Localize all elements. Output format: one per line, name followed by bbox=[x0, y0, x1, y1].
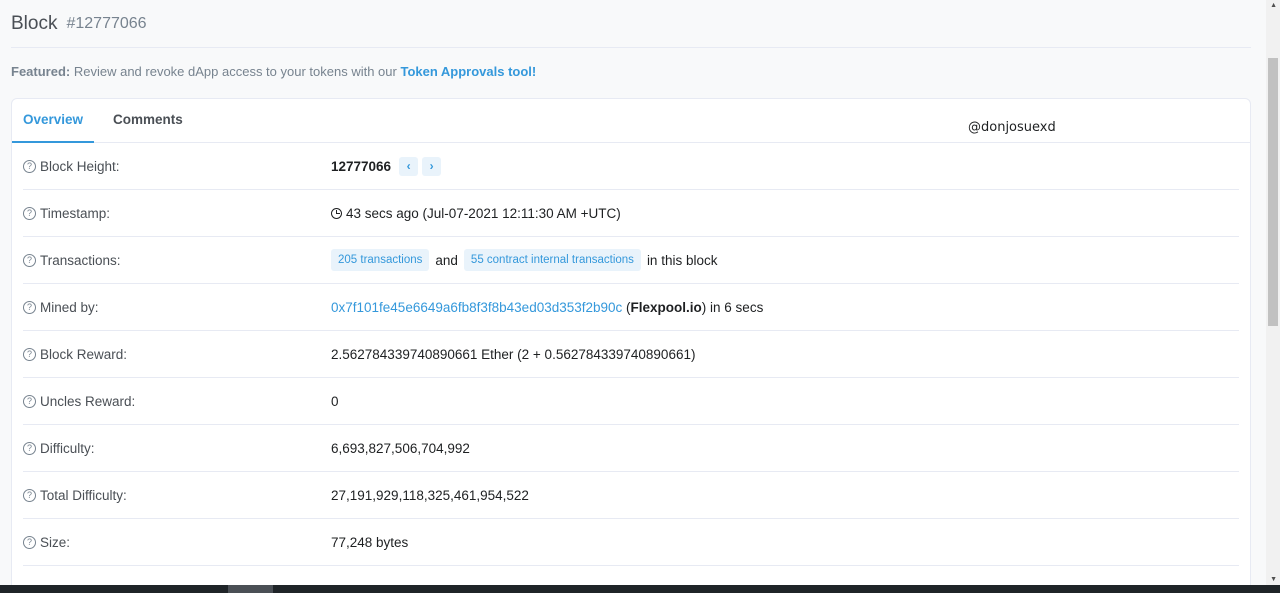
question-icon[interactable]: ? bbox=[23, 535, 36, 549]
page-header: Block #12777066 bbox=[11, 0, 1251, 48]
question-icon[interactable]: ? bbox=[23, 253, 36, 267]
featured-banner: Featured: Review and revoke dApp access … bbox=[11, 64, 536, 79]
miner-pool-name: Flexpool.io bbox=[630, 299, 702, 315]
uncles-reward-value: 0 bbox=[331, 393, 339, 409]
row-label: Block Reward: bbox=[40, 346, 128, 362]
total-difficulty-value: 27,191,929,118,325,461,954,522 bbox=[331, 487, 529, 503]
and-text: and bbox=[435, 252, 458, 268]
row-label: Block Height: bbox=[40, 158, 120, 174]
question-icon[interactable]: ? bbox=[23, 206, 36, 220]
row-size: ? Size: 77,248 bytes bbox=[23, 519, 1239, 566]
tab-bar: Overview Comments @donjosuexd bbox=[12, 99, 1250, 143]
scroll-down-icon[interactable]: ▼ bbox=[1270, 576, 1277, 583]
question-icon[interactable]: ? bbox=[23, 394, 36, 408]
row-transactions: ? Transactions: 205 transactions and 55 c… bbox=[23, 237, 1239, 284]
row-label: Size: bbox=[40, 534, 71, 550]
scroll-up-icon[interactable]: ▲ bbox=[1270, 2, 1277, 9]
row-difficulty: ? Difficulty: 6,693,827,506,704,992 bbox=[23, 425, 1239, 472]
page-title: Block bbox=[11, 12, 58, 34]
block-height-value: 12777066 bbox=[331, 158, 392, 174]
block-number: #12777066 bbox=[66, 14, 147, 32]
row-block-height: ? Block Height: 12777066 ‹ › bbox=[23, 143, 1239, 190]
block-reward-value: 2.562784339740890661 Ether (2 + 0.562784… bbox=[331, 346, 696, 362]
difficulty-value: 6,693,827,506,704,992 bbox=[331, 440, 470, 456]
row-label: Timestamp: bbox=[40, 205, 111, 221]
featured-prefix: Featured: bbox=[11, 64, 71, 79]
chevron-left-icon: ‹ bbox=[406, 159, 411, 173]
row-block-reward: ? Block Reward: 2.562784339740890661 Ethe… bbox=[23, 331, 1239, 378]
row-timestamp: ? Timestamp: 43 secs ago (Jul-07-2021 12:… bbox=[23, 190, 1239, 237]
block-overview-card: Overview Comments @donjosuexd ? Block Hei… bbox=[11, 98, 1251, 593]
watermark-text: @donjosuexd bbox=[968, 120, 1056, 135]
next-block-button[interactable]: › bbox=[422, 156, 442, 176]
question-icon[interactable]: ? bbox=[23, 488, 36, 502]
transactions-pill[interactable]: 205 transactions bbox=[331, 249, 430, 271]
row-label: Transactions: bbox=[40, 252, 121, 268]
clock-icon bbox=[331, 207, 342, 219]
question-icon[interactable]: ? bbox=[23, 347, 36, 361]
row-label: Mined by: bbox=[40, 299, 99, 315]
row-label: Total Difficulty: bbox=[40, 487, 127, 503]
question-icon[interactable]: ? bbox=[23, 159, 36, 173]
timestamp-value: 43 secs ago (Jul-07-2021 12:11:30 AM +UT… bbox=[346, 205, 621, 221]
featured-text: Review and revoke dApp access to your to… bbox=[70, 64, 401, 79]
row-label: Uncles Reward: bbox=[40, 393, 136, 409]
chevron-right-icon: › bbox=[429, 159, 434, 173]
row-label: Difficulty: bbox=[40, 440, 95, 456]
tab-overview[interactable]: Overview bbox=[12, 99, 95, 143]
question-icon[interactable]: ? bbox=[23, 441, 36, 455]
mined-time-text: ) in 6 secs bbox=[701, 299, 764, 315]
row-uncles-reward: ? Uncles Reward: 0 bbox=[23, 378, 1239, 425]
row-total-difficulty: ? Total Difficulty: 27,191,929,118,325,46… bbox=[23, 472, 1239, 519]
in-block-text: in this block bbox=[646, 252, 718, 268]
os-taskbar bbox=[0, 585, 1280, 593]
tab-comments[interactable]: Comments bbox=[102, 99, 194, 143]
size-value: 77,248 bytes bbox=[331, 534, 409, 550]
block-details: ? Block Height: 12777066 ‹ › ? Timestamp: … bbox=[12, 143, 1250, 566]
prev-block-button[interactable]: ‹ bbox=[399, 156, 419, 176]
question-icon[interactable]: ? bbox=[23, 300, 36, 314]
token-approvals-link[interactable]: Token Approvals tool! bbox=[400, 64, 536, 79]
page-scrollbar[interactable]: ▲ ▼ bbox=[1266, 0, 1280, 593]
row-mined-by: ? Mined by: 0x7f101fe45e6649a6fb8f3f8b43e… bbox=[23, 284, 1239, 331]
miner-address-link[interactable]: 0x7f101fe45e6649a6fb8f3f8b43ed03d353f2b9… bbox=[331, 300, 622, 315]
scroll-thumb[interactable] bbox=[1268, 58, 1278, 326]
miner-open-paren: ( bbox=[622, 299, 631, 315]
taskbar-item[interactable] bbox=[228, 585, 273, 593]
internal-transactions-pill[interactable]: 55 contract internal transactions bbox=[463, 249, 641, 271]
